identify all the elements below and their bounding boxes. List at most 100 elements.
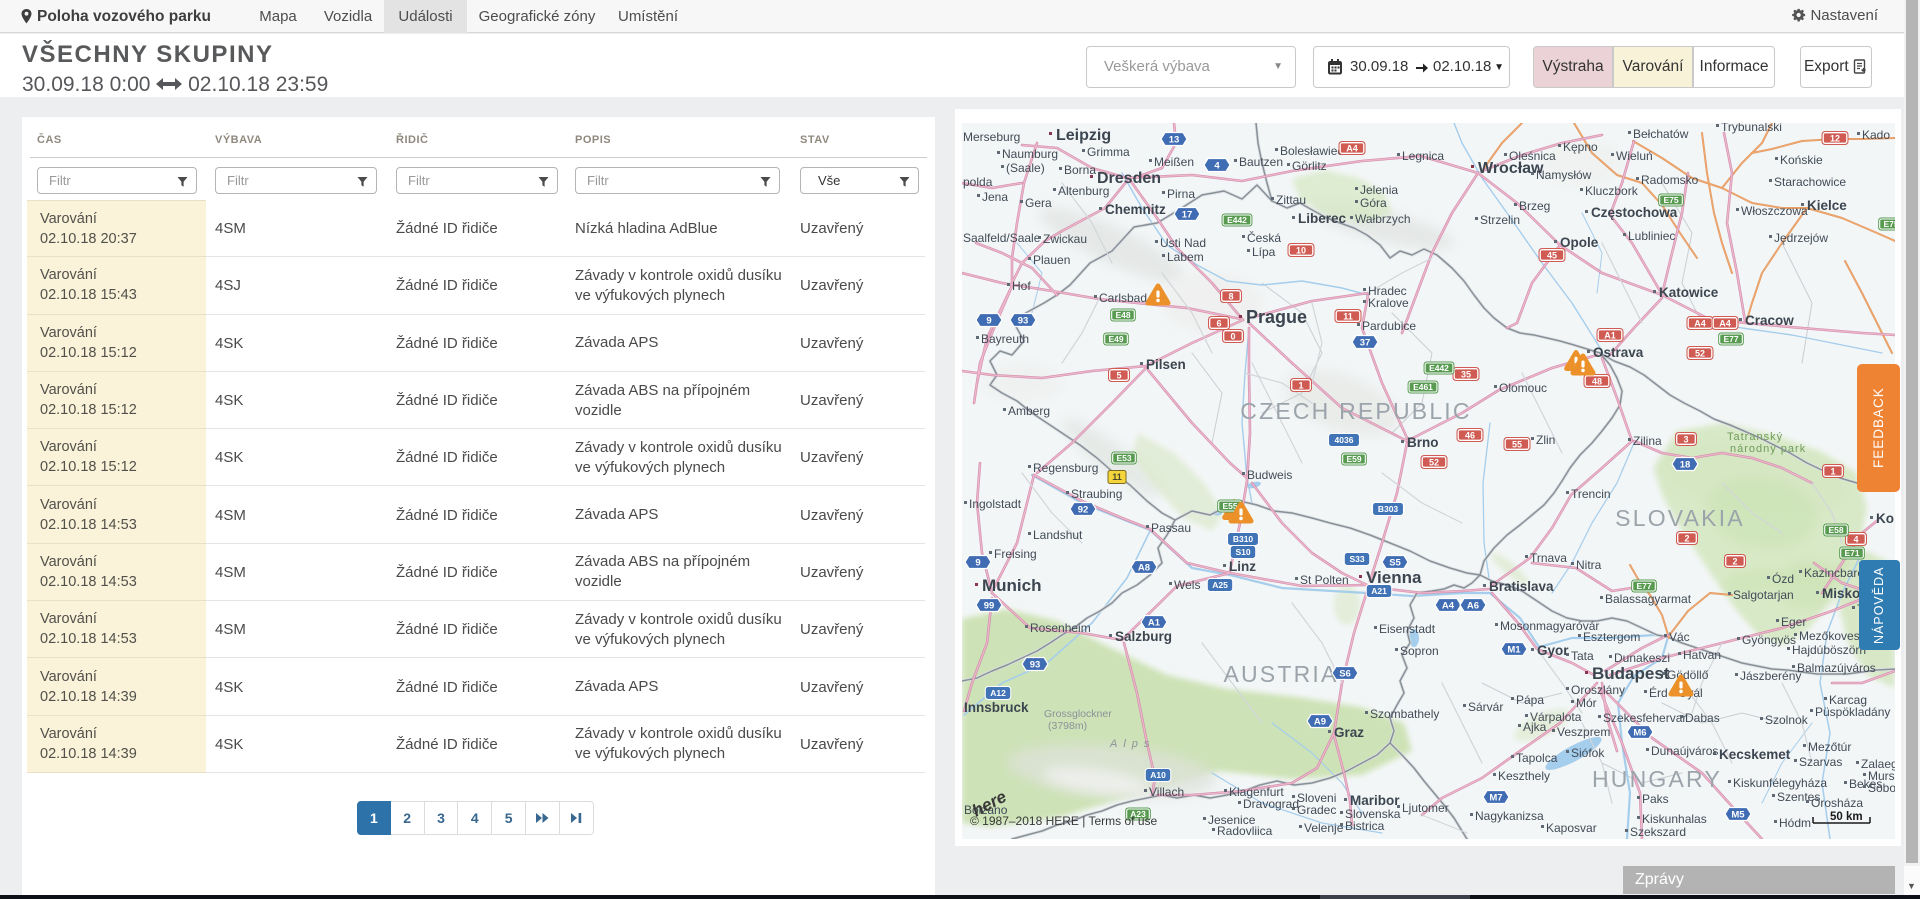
svg-text:národný park: národný park [1730, 443, 1806, 455]
svg-text:SLOVAKIA: SLOVAKIA [1615, 505, 1745, 531]
svg-text:A6: A6 [1467, 600, 1479, 611]
svg-text:Amberg: Amberg [1008, 404, 1050, 418]
svg-text:99: 99 [984, 600, 995, 611]
svg-text:Starachowice: Starachowice [1774, 175, 1846, 189]
svg-text:Kado: Kado [1862, 128, 1890, 142]
svg-text:E77: E77 [1723, 334, 1738, 344]
svg-text:CZECH REPUBLIC: CZECH REPUBLIC [1240, 398, 1471, 424]
svg-text:Góra: Góra [1360, 196, 1387, 210]
svg-text:Freising: Freising [994, 547, 1037, 561]
svg-text:(Saale): (Saale) [1006, 161, 1045, 175]
svg-text:Kiskunfélegyháza: Kiskunfélegyháza [1733, 776, 1827, 790]
svg-text:Brzeg: Brzeg [1519, 199, 1550, 213]
svg-text:Gyöngyös: Gyöngyös [1742, 633, 1796, 647]
svg-text:Sobota: Sobota [1868, 781, 1895, 795]
svg-text:Jászberény: Jászberény [1740, 669, 1801, 683]
svg-text:Passau: Passau [1151, 521, 1191, 535]
svg-text:B303: B303 [1378, 504, 1399, 514]
svg-text:Namysłów: Namysłów [1536, 168, 1592, 182]
svg-text:Pardubice: Pardubice [1362, 319, 1416, 333]
svg-text:Bełchatów: Bełchatów [1633, 127, 1689, 141]
svg-text:11: 11 [1343, 312, 1353, 322]
svg-text:M5: M5 [1731, 809, 1745, 820]
svg-text:S6: S6 [1339, 668, 1351, 679]
svg-text:1: 1 [1298, 381, 1303, 391]
svg-text:Hof: Hof [1012, 279, 1031, 293]
svg-text:Zalaegersze: Zalaegersze [1861, 757, 1895, 771]
svg-text:Dabas: Dabas [1685, 711, 1720, 725]
svg-text:Eisenstadt: Eisenstadt [1379, 622, 1436, 636]
svg-text:Wałbrzych: Wałbrzych [1355, 212, 1411, 226]
svg-text:18: 18 [1680, 459, 1691, 470]
svg-text:E49: E49 [1108, 334, 1123, 344]
svg-text:Ostrava: Ostrava [1593, 345, 1644, 360]
svg-text:HUNGARY: HUNGARY [1592, 766, 1722, 792]
svg-text:Usti Nad: Usti Nad [1160, 236, 1206, 250]
svg-text:2: 2 [1732, 557, 1737, 567]
svg-text:Prague: Prague [1246, 307, 1307, 327]
svg-text:2: 2 [1684, 534, 1689, 544]
svg-text:Ingolstadt: Ingolstadt [969, 497, 1022, 511]
svg-text:Zittau: Zittau [1276, 193, 1306, 207]
svg-text:Orosháza: Orosháza [1811, 796, 1863, 810]
svg-text:Leipzig: Leipzig [1056, 127, 1111, 144]
svg-text:Oroszlány: Oroszlány [1571, 683, 1625, 697]
svg-text:Sárvár: Sárvár [1468, 700, 1503, 714]
svg-text:Salzburg: Salzburg [1115, 629, 1172, 644]
svg-text:Szombathely: Szombathely [1370, 707, 1439, 721]
svg-text:Mór: Mór [1576, 696, 1597, 710]
svg-text:1: 1 [1830, 467, 1835, 477]
svg-text:B310: B310 [1233, 534, 1254, 544]
svg-text:Miskol: Miskol [1822, 586, 1864, 601]
svg-text:52: 52 [1429, 458, 1439, 468]
svg-text:Kazincbarci: Kazincbarci [1804, 566, 1866, 580]
svg-text:Innsbruck: Innsbruck [964, 700, 1029, 715]
svg-text:A10: A10 [1150, 770, 1166, 780]
svg-text:4036: 4036 [1335, 435, 1354, 445]
svg-text:9: 9 [986, 315, 991, 326]
svg-text:Oleśnica: Oleśnica [1509, 149, 1556, 163]
svg-text:48: 48 [1592, 377, 1602, 387]
svg-text:Pilsen: Pilsen [1146, 357, 1186, 372]
svg-text:Gödöllő: Gödöllő [1667, 668, 1709, 682]
svg-text:E75: E75 [1883, 219, 1895, 229]
svg-text:Labem: Labem [1167, 250, 1204, 264]
svg-text:Érd: Érd [1649, 685, 1668, 700]
svg-text:A12: A12 [990, 688, 1006, 698]
svg-text:© 1987–2018 HERE | Terms of us: © 1987–2018 HERE | Terms of use [970, 814, 1157, 828]
svg-text:A4: A4 [1694, 319, 1706, 329]
svg-text:Dunaújváros: Dunaújváros [1651, 744, 1718, 758]
svg-text:45: 45 [1547, 251, 1557, 261]
svg-text:Kluczbork: Kluczbork [1585, 184, 1639, 198]
svg-text:S33: S33 [1349, 554, 1364, 564]
svg-text:Görlitz: Görlitz [1292, 159, 1327, 173]
svg-text:A25: A25 [1212, 580, 1228, 590]
svg-text:92: 92 [1078, 504, 1089, 515]
svg-text:35: 35 [1461, 370, 1471, 380]
svg-text:Liberec: Liberec [1298, 211, 1347, 226]
svg-text:E442: E442 [1227, 215, 1247, 225]
svg-text:Katowice: Katowice [1659, 285, 1719, 300]
svg-text:Gradec: Gradec [1297, 803, 1336, 817]
svg-text:Eger: Eger [1781, 615, 1806, 629]
svg-text:5: 5 [1116, 371, 1121, 381]
svg-text:S5: S5 [1389, 557, 1401, 568]
svg-text:Budapest: Budapest [1592, 664, 1670, 683]
svg-text:Kępno: Kępno [1563, 140, 1598, 154]
svg-text:93: 93 [1018, 315, 1029, 326]
svg-text:Szekesfehervar: Szekesfehervar [1603, 711, 1686, 725]
svg-text:12: 12 [1830, 134, 1840, 144]
svg-text:Dunakeszi: Dunakeszi [1614, 651, 1670, 665]
svg-text:Bautzen: Bautzen [1239, 155, 1283, 169]
svg-text:E71: E71 [1844, 548, 1859, 558]
svg-text:Keszthely: Keszthely [1498, 769, 1550, 783]
svg-text:Jelenia: Jelenia [1360, 183, 1398, 197]
svg-text:Altenburg: Altenburg [1058, 184, 1109, 198]
svg-text:E75: E75 [1663, 195, 1678, 205]
svg-text:S10: S10 [1235, 547, 1250, 557]
svg-text:Grimma: Grimma [1087, 145, 1130, 159]
svg-text:Maribor: Maribor [1350, 793, 1400, 808]
svg-text:A21: A21 [1371, 586, 1387, 596]
svg-text:A9: A9 [1314, 716, 1326, 727]
svg-text:A4: A4 [1442, 600, 1455, 611]
